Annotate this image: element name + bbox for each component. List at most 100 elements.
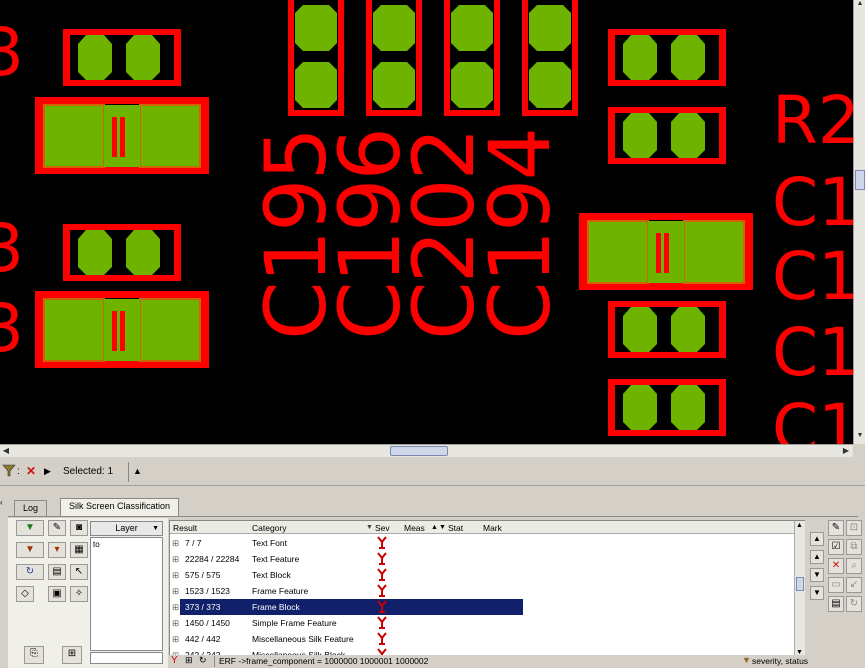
silk-label-c1: C1 [772, 390, 853, 445]
column-header-mark[interactable]: Mark [483, 523, 502, 533]
table-row[interactable]: ⊞ 22284 / 22284 Text Feature [170, 551, 804, 567]
refresh-icon[interactable]: ↻ [846, 596, 862, 612]
vertical-pad-pair[interactable] [444, 0, 500, 116]
refresh-icon[interactable]: ↻ [199, 655, 207, 666]
edit-icon[interactable]: ✎ [48, 520, 66, 536]
expand-icon[interactable]: ⊞ [172, 554, 179, 565]
layer-icon[interactable]: ◇ [16, 586, 34, 602]
funnel-dropdown-icon[interactable]: ▼ [16, 542, 44, 558]
collapse-icon[interactable]: ‹ [0, 498, 6, 508]
funnel-icon[interactable]: ▾ [48, 542, 66, 558]
horizontal-scrollbar[interactable]: ◀ ▶ [0, 444, 853, 457]
severity-icon [377, 600, 387, 613]
scrollbar-thumb[interactable] [796, 577, 804, 591]
check-icon[interactable]: ☑ [828, 539, 844, 555]
rotate-dropdown-icon[interactable]: ↻ [16, 564, 44, 580]
table-row-selected[interactable]: ⊞ 373 / 373 Frame Block [170, 599, 804, 615]
pcb-canvas[interactable]: 3 3 3 C195 C196 C202 C194 R2 C1 C1 C1 C1 [0, 0, 853, 444]
silk-label-partial: 3 [0, 14, 24, 91]
wand-icon[interactable]: ✧ [70, 586, 88, 602]
scroll-down-icon[interactable]: ▼ [855, 432, 865, 442]
result-count: 373 / 373 [185, 602, 221, 612]
move-down-icon[interactable]: ▼ [810, 586, 824, 600]
pencil-icon[interactable]: ✎ [828, 520, 844, 536]
scrollbar-thumb[interactable] [855, 170, 865, 190]
expand-icon[interactable]: ⊞ [172, 618, 179, 629]
move-up-icon[interactable]: ▲ [810, 532, 824, 546]
move-down-icon[interactable]: ▼ [810, 568, 824, 582]
scroll-up-icon[interactable]: ▲ [855, 0, 865, 10]
grid-icon[interactable]: ▦ [70, 542, 88, 558]
filter-icon[interactable]: ⌕ [846, 558, 862, 574]
layer-dropdown[interactable]: Layer ▼ [90, 521, 163, 536]
category-name: Text Block [252, 570, 291, 580]
scrollbar-thumb[interactable] [390, 446, 448, 456]
scroll-up-icon[interactable]: ▲ [796, 522, 803, 529]
snapshot-icon[interactable]: ▭ [828, 577, 844, 593]
expand-icon[interactable]: ⊞ [62, 646, 82, 664]
filter-dropdown-icon[interactable]: ▼ [16, 520, 44, 536]
vertical-pad-pair[interactable] [288, 0, 344, 116]
lock-icon[interactable]: ⊡ [846, 520, 862, 536]
expand-icon[interactable]: ⊞ [172, 634, 179, 645]
move-up-icon[interactable]: ▲ [810, 550, 824, 564]
severity-icon [377, 616, 387, 629]
export-icon[interactable]: ⎘ [24, 646, 44, 664]
cursor-icon[interactable]: ↖ [70, 564, 88, 580]
pad-pair[interactable] [608, 107, 726, 164]
bookmark-icon[interactable]: ▣ [48, 586, 66, 602]
column-header-sev[interactable]: Sev [375, 523, 390, 533]
funnel-icon[interactable]: ▼ [366, 524, 373, 531]
vertical-pad-pair[interactable] [522, 0, 578, 116]
divider [8, 516, 858, 517]
close-icon[interactable]: ✕ [26, 464, 36, 478]
pad-pair[interactable] [608, 301, 726, 358]
layer-list-item[interactable]: to [93, 540, 160, 549]
layer-list[interactable]: to [90, 537, 163, 651]
column-header-result[interactable]: Result [173, 523, 197, 533]
camera-icon[interactable]: ◙ [70, 520, 88, 536]
table-row[interactable]: ⊞ 442 / 442 Miscellaneous Silk Feature [170, 631, 804, 647]
expand-icon[interactable]: ⊞ [172, 586, 179, 597]
hierarchy-icon[interactable]: ⊞ [185, 655, 193, 666]
delete-icon[interactable]: ✕ [828, 558, 844, 574]
copy-icon[interactable]: ⧉ [846, 539, 862, 555]
pad-pair[interactable] [63, 224, 181, 281]
pad-pair[interactable] [608, 29, 726, 86]
table-row[interactable]: ⊞ 1523 / 1523 Frame Feature [170, 583, 804, 599]
expand-icon[interactable]: ⊞ [172, 602, 179, 613]
column-header-stat[interactable]: Stat [448, 523, 463, 533]
results-scrollbar[interactable]: ▲ ▼ [794, 521, 805, 662]
play-icon[interactable]: ▶ [44, 466, 51, 477]
sort-ascending-icon[interactable]: ▲ [431, 524, 438, 531]
table-icon[interactable]: ▤ [48, 564, 66, 580]
large-pad-component[interactable] [35, 97, 209, 174]
triangle-up-icon[interactable]: ▲ [133, 466, 142, 476]
tab-silk-screen-classification[interactable]: Silk Screen Classification [60, 498, 180, 516]
expand-icon[interactable]: ⊞ [172, 538, 179, 549]
status-bar: Y ⊞ ↻ ERF ->frame_component = 1000000 10… [169, 655, 865, 668]
table-row[interactable]: ⊞ 1450 / 1450 Simple Frame Feature [170, 615, 804, 631]
table-row[interactable]: ⊞ 7 / 7 Text Font [170, 535, 804, 551]
export-icon[interactable]: ↙ [846, 577, 862, 593]
large-pad-component[interactable] [35, 291, 209, 368]
tab-log[interactable]: Log [14, 500, 48, 516]
erf-status-text: ERF ->frame_component = 1000000 1000001 … [219, 656, 429, 666]
pad-pair[interactable] [608, 379, 726, 436]
vertical-scrollbar[interactable]: ▲ ▼ [853, 0, 865, 444]
filter-icon[interactable] [2, 463, 16, 477]
column-header-meas[interactable]: Meas [404, 523, 425, 533]
column-header-category[interactable]: Category [252, 523, 287, 533]
layer-filter-input[interactable] [90, 652, 163, 664]
vertical-pad-pair[interactable] [366, 0, 422, 116]
silk-label-r2: R2 [772, 82, 853, 159]
table-row[interactable]: ⊞ 575 / 575 Text Block [170, 567, 804, 583]
scroll-left-icon[interactable]: ◀ [0, 445, 12, 457]
report-icon[interactable]: ▤ [828, 596, 844, 612]
pad-pair[interactable] [63, 29, 181, 86]
scroll-right-icon[interactable]: ▶ [840, 445, 852, 457]
expand-icon[interactable]: ⊞ [172, 570, 179, 581]
large-pad-component[interactable] [579, 213, 753, 290]
category-name: Simple Frame Feature [252, 618, 337, 628]
funnel-icon[interactable]: ▼ [439, 524, 446, 531]
